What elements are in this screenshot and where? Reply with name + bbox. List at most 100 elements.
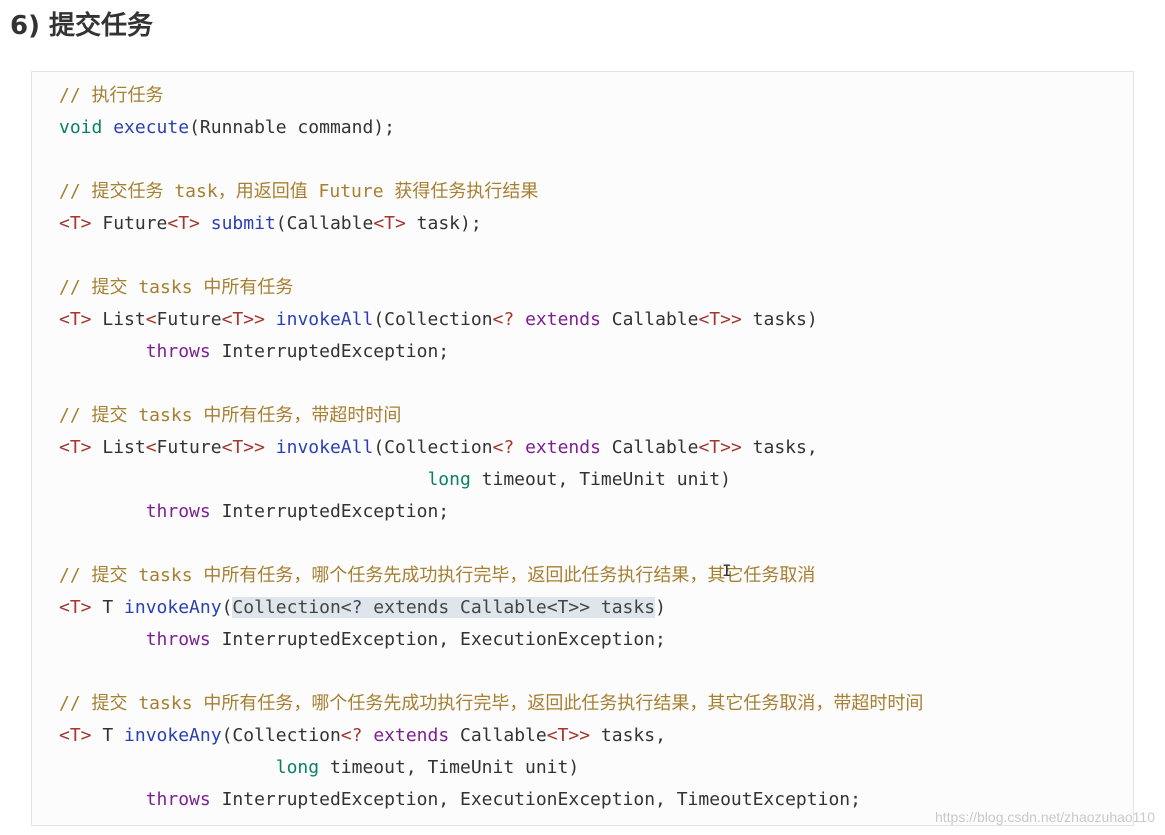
code-line: long timeout, TimeUnit unit) [59,464,923,496]
code-token: <T>> [698,437,742,458]
code-token: invokeAll [275,437,374,458]
code-token: Future [156,437,222,458]
code-line: // 提交 tasks 中所有任务，哪个任务先成功执行完毕，返回此任务执行结果，… [59,688,923,720]
code-token: Callable [600,309,699,330]
code-line: // 提交任务 task，用返回值 Future 获得任务执行结果 [59,176,923,208]
code-token: <T> [59,725,92,746]
code-content[interactable]: // 执行任务 void execute(Runnable command); //… [59,80,923,816]
code-line: // 提交 tasks 中所有任务 [59,272,923,304]
selected-text: Collection<? extends Callable<T>> tasks [232,597,656,618]
code-token: <? [492,437,526,458]
code-token: throws [145,789,211,810]
code-token: void [59,117,103,138]
code-token: (Collection [373,309,493,330]
code-token: Future [91,213,168,234]
watermark: https://blog.csdn.net/zhaozuhao110 [934,809,1155,825]
code-token: long [275,757,320,778]
code-token: <T> [59,309,92,330]
code-line: throws InterruptedException, ExecutionEx… [59,624,923,656]
code-token: Callable [600,437,699,458]
code-token: ( [221,597,233,618]
code-token: task); [405,213,482,234]
code-line: long timeout, TimeUnit unit) [59,752,923,784]
code-token: extends [525,437,601,458]
text-cursor-icon: I [722,561,732,580]
code-token: invokeAny [124,725,222,746]
code-token: (Collection [221,725,341,746]
code-token: <T>> [221,309,265,330]
code-token: Callable [449,725,547,746]
code-line: // 提交 tasks 中所有任务，带超时时间 [59,400,923,432]
code-line: <T> List<Future<T>> invokeAll(Collection… [59,432,923,464]
code-token: < [145,437,157,458]
code-token: <T> [59,437,92,458]
code-token: timeout, TimeUnit unit) [319,757,580,778]
code-token: execute [113,117,190,138]
code-line: <T> List<Future<T>> invokeAll(Collection… [59,304,923,336]
code-line: throws InterruptedException, ExecutionEx… [59,784,923,816]
code-line: <T> T invokeAny(Collection<? extends Cal… [59,592,923,624]
code-token: InterruptedException, ExecutionException… [210,789,861,810]
code-comment: // 提交 tasks 中所有任务，哪个任务先成功执行完毕，返回此任务执行结果，… [59,693,924,714]
code-comment: // 提交任务 task，用返回值 Future 获得任务执行结果 [59,181,539,202]
code-token: (Runnable command); [189,117,395,138]
code-token: throws [145,341,211,362]
code-token: tasks) [741,309,818,330]
code-token: <T>> [698,309,742,330]
code-block[interactable]: // 执行任务 void execute(Runnable command); //… [31,71,1134,826]
code-token: (Collection [373,437,493,458]
code-comment: // 提交 tasks 中所有任务 [59,277,294,298]
code-token: Future [156,309,222,330]
code-token: timeout, TimeUnit unit) [470,469,731,490]
code-token: invokeAll [275,309,374,330]
code-comment: // 执行任务 [59,85,164,106]
code-token: long [427,469,471,490]
code-line: void execute(Runnable command); [59,112,923,144]
code-token: tasks, [741,437,818,458]
code-token: invokeAny [124,597,222,618]
code-token: submit [210,213,276,234]
code-line: // 提交 tasks 中所有任务，哪个任务先成功执行完毕，返回此任务执行结果，… [59,560,923,592]
code-token: (Callable [275,213,374,234]
code-line: <T> Future<T> submit(Callable<T> task); [59,208,923,240]
code-token: <? [492,309,526,330]
code-token: <? [340,725,374,746]
code-token: throws [145,501,211,522]
code-token: ) [655,597,666,618]
section-heading: 6) 提交任务 [10,11,154,41]
code-token: <T>> [221,437,265,458]
code-token: throws [145,629,211,650]
code-token: <T> [167,213,200,234]
code-token: tasks, [590,725,666,746]
code-line: throws InterruptedException; [59,496,923,528]
code-token: <T> [59,597,92,618]
code-token: InterruptedException; [210,341,450,362]
code-line: // 执行任务 [59,80,923,112]
code-token: extends [373,725,450,746]
code-token: extends [525,309,601,330]
code-token: T [91,725,125,746]
code-line: throws InterruptedException; [59,336,923,368]
code-token: < [145,309,157,330]
code-token: T [91,597,125,618]
code-token: InterruptedException; [210,501,450,522]
code-line: <T> T invokeAny(Collection<? extends Cal… [59,720,923,752]
code-comment: // 提交 tasks 中所有任务，带超时时间 [59,405,402,426]
code-token: <T> [59,213,92,234]
code-token: <T>> [546,725,591,746]
